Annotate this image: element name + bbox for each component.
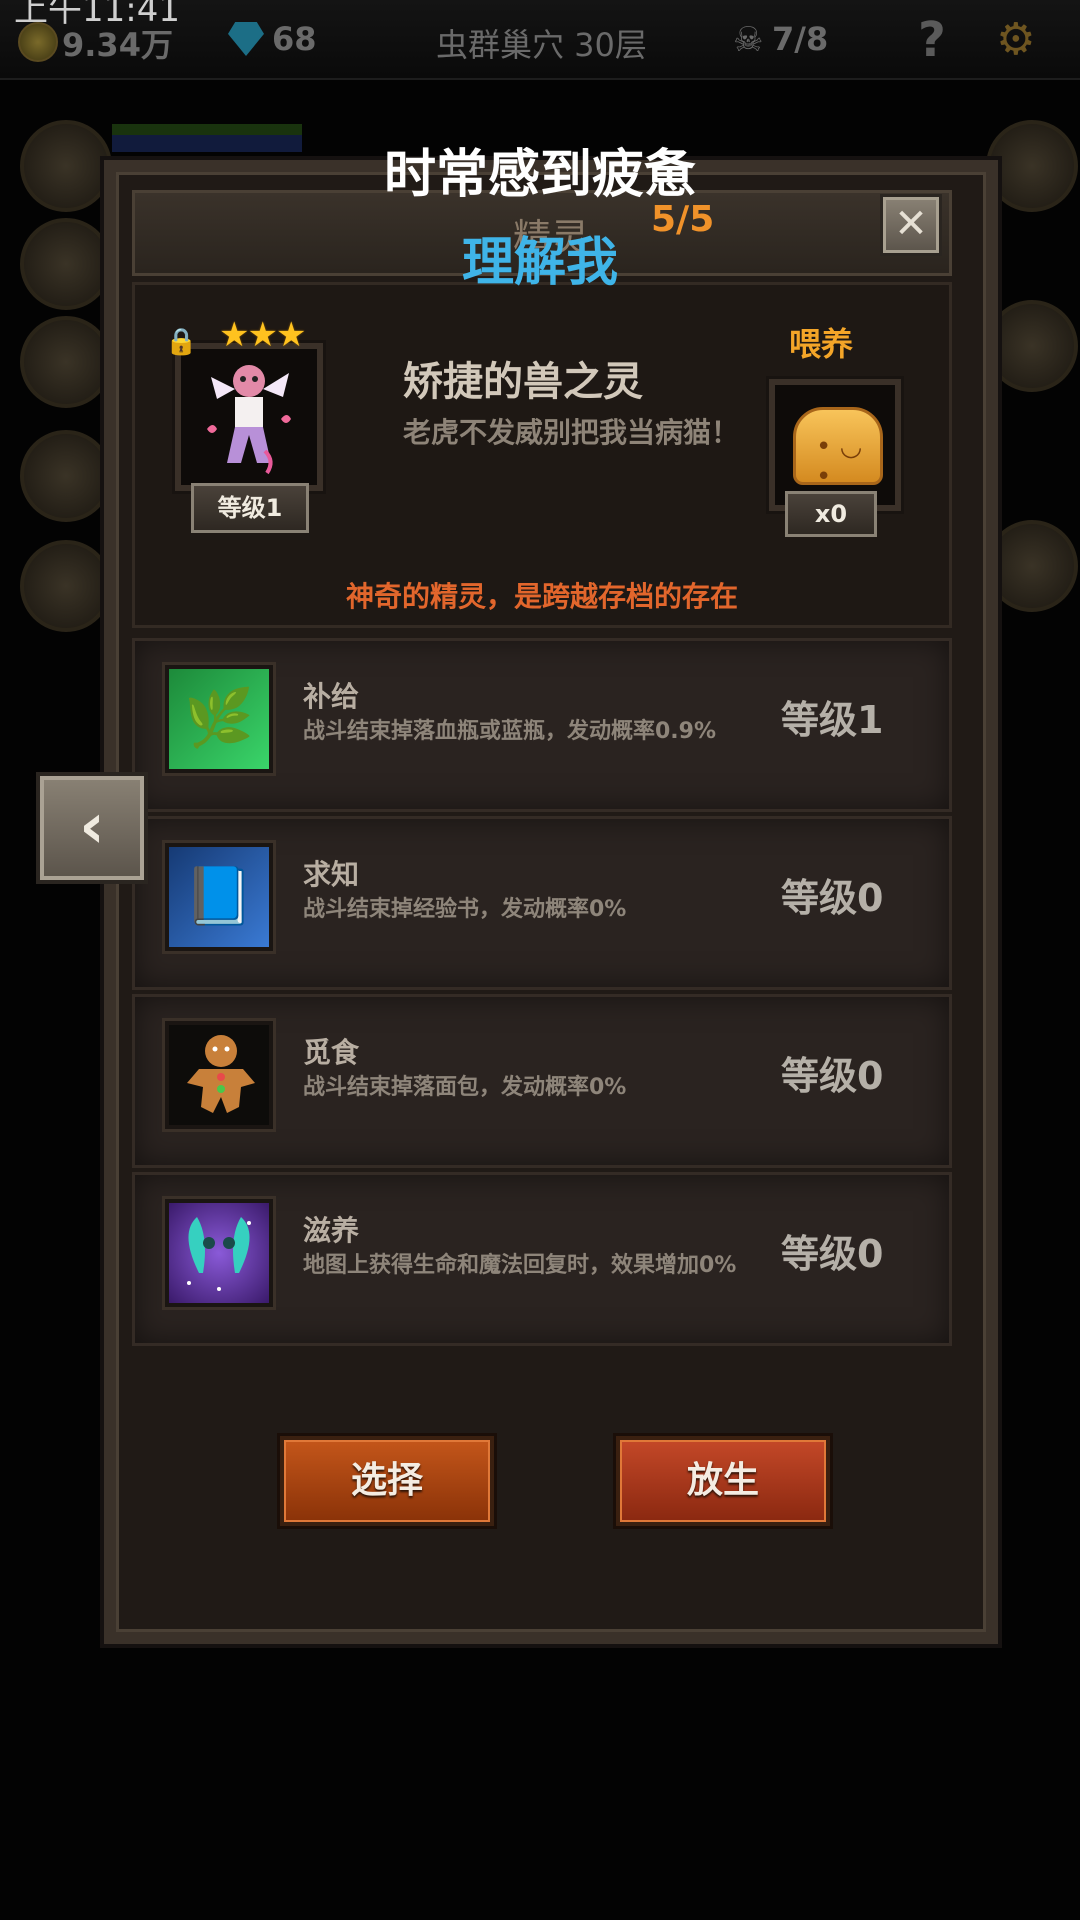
skill-name: 求知 [303, 858, 360, 891]
release-button[interactable]: 放生 [616, 1436, 830, 1526]
skill-row[interactable]: 觅食 战斗结束掉落面包，发动概率0% 等级0 [132, 994, 952, 1168]
background-hero-portrait [20, 430, 112, 522]
spirit-info: 🔒 ★★★ 等级1 矫捷的兽之灵 老虎不发威别把我当病猫！ 喂养 • ◡ • x… [132, 282, 952, 628]
background-hero-portrait [20, 316, 112, 408]
skill-level: 等级0 [781, 1232, 884, 1276]
fairy-icon [165, 1199, 273, 1307]
leaf-hand-icon: 🌿 [165, 665, 273, 773]
dungeon-floor: 虫群巢穴 30层 [436, 26, 647, 64]
overlay-caption-line1: 时常感到疲惫 [383, 145, 696, 205]
skill-description: 战斗结束掉落血瓶或蓝瓶，发动概率0.9% [303, 719, 717, 744]
spirit-portrait[interactable] [175, 343, 323, 491]
select-button[interactable]: 选择 [280, 1436, 494, 1526]
gold-amount: 9.34万 [62, 26, 173, 64]
spirit-panel: 精灵 5/5 🔒 ★★★ 等级1 矫捷的兽之灵 老虎不发威别把我当病猫！ 喂养 [104, 160, 998, 1644]
book-icon: 📘 [165, 843, 273, 951]
skill-row[interactable]: 🌿 补给 战斗结束掉落血瓶或蓝瓶，发动概率0.9% 等级1 [132, 638, 952, 812]
food-count-badge: x0 [785, 491, 877, 537]
skill-name: 补给 [303, 680, 360, 713]
skill-description: 战斗结束掉经验书，发动概率0% [303, 897, 627, 922]
skill-level: 等级1 [781, 698, 884, 742]
background-slot [986, 300, 1078, 392]
gem-amount: 68 [272, 20, 317, 58]
skill-level: 等级0 [781, 876, 884, 920]
spirit-name: 矫捷的兽之灵 [403, 359, 643, 405]
lock-icon: 🔒 [165, 327, 198, 357]
skill-name: 滋养 [303, 1214, 360, 1247]
feed-label: 喂养 [789, 325, 854, 363]
spirit-description: 老虎不发威别把我当病猫！ [403, 416, 740, 449]
gingerbread-icon [165, 1021, 273, 1129]
skill-row[interactable]: 滋养 地图上获得生命和魔法回复时，效果增加0% 等级0 [132, 1172, 952, 1346]
spirit-tagline: 神奇的精灵，是跨越存档的存在 [345, 580, 738, 613]
previous-spirit-button[interactable]: ‹ [36, 772, 148, 884]
background-hero-portrait [20, 540, 112, 632]
diamond-icon [228, 22, 264, 56]
tiger-spirit-image [207, 365, 291, 475]
gold-coin-icon [18, 22, 58, 62]
skill-level: 等级0 [781, 1054, 884, 1098]
bread-icon: • ◡ • [793, 407, 883, 492]
overlay-caption-line2: 理解我 [461, 233, 618, 293]
background-slot [986, 520, 1078, 612]
spirit-level-badge: 等级1 [191, 483, 309, 533]
star-rating: ★★★ [219, 315, 306, 355]
skill-name: 觅食 [303, 1036, 360, 1069]
skull-icon: ☠ [733, 20, 764, 60]
kill-count: 7/8 [772, 20, 829, 58]
gear-icon[interactable]: ⚙ [996, 14, 1035, 65]
top-hud: 上午11:41 9.34万 68 虫群巢穴 30层 ☠ 7/8 ? ⚙ [0, 0, 1080, 80]
skill-description: 战斗结束掉落面包，发动概率0% [303, 1075, 627, 1100]
skill-row[interactable]: 📘 求知 战斗结束掉经验书，发动概率0% 等级0 [132, 816, 952, 990]
skill-description: 地图上获得生命和魔法回复时，效果增加0% [303, 1253, 737, 1278]
help-button[interactable]: ? [918, 12, 946, 68]
